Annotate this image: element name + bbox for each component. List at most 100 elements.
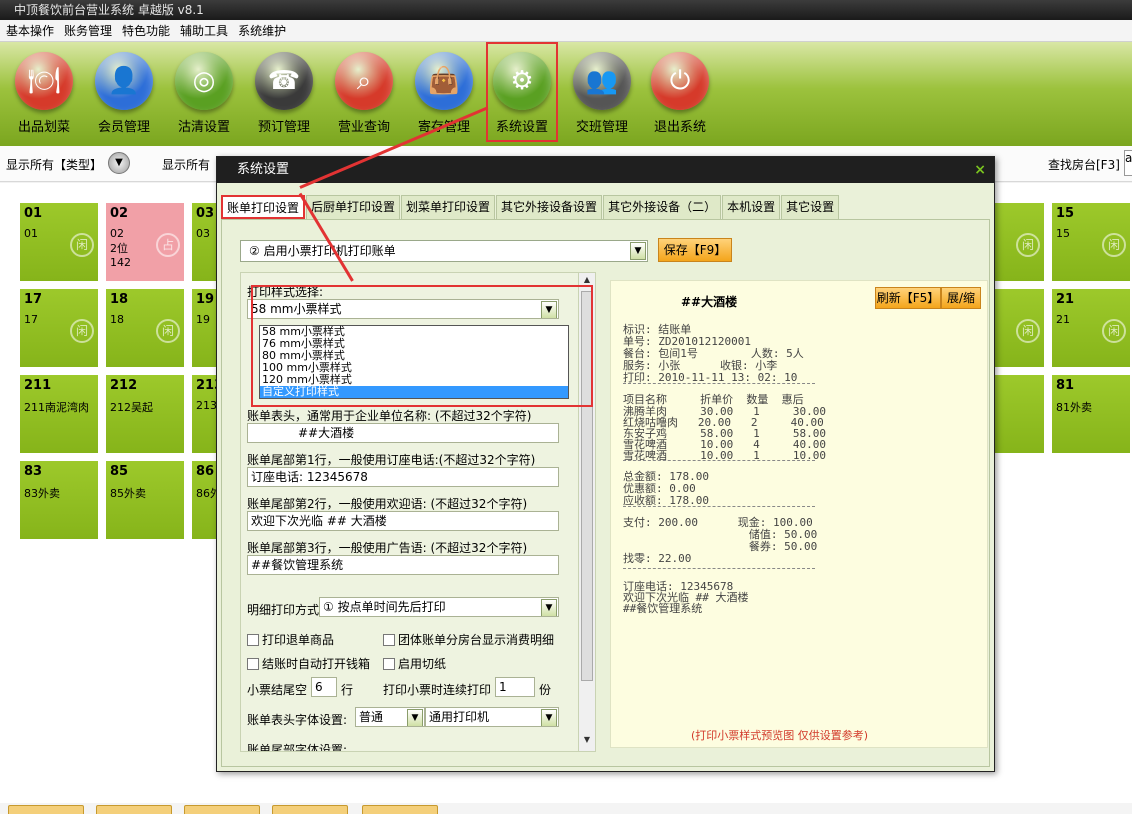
- footer2-input[interactable]: 欢迎下次光临 ## 大酒楼: [247, 511, 559, 531]
- idle-badge-icon: 闲: [1102, 233, 1126, 257]
- toolbar-button-5[interactable]: ⌕ 营业查询: [328, 52, 400, 138]
- printer-select[interactable]: 通用打印机 ▼: [425, 707, 559, 727]
- header-input[interactable]: ##大酒楼: [247, 423, 559, 443]
- menu-maintenance[interactable]: 系统维护: [238, 22, 286, 39]
- copies-unit: 份: [539, 683, 552, 697]
- tail-blank-label: 小票结尾空: [247, 683, 308, 697]
- table-tile[interactable]: 18 18 闲: [106, 289, 184, 367]
- plate-icon: ◎: [175, 52, 233, 110]
- menu-basic[interactable]: 基本操作: [6, 22, 54, 39]
- table-tile[interactable]: 85 85外卖: [106, 461, 184, 539]
- member-icon-glyph: 👤: [107, 66, 141, 96]
- table-tile[interactable]: 21 21 闲: [1052, 289, 1130, 367]
- meeting-icon-glyph: 👥: [585, 66, 619, 96]
- close-icon[interactable]: ×: [974, 157, 986, 183]
- table-tile[interactable]: 02 02 2位 142 占: [106, 203, 184, 281]
- toolbar-button-3[interactable]: ◎ 沽清设置: [168, 52, 240, 138]
- print-refund-checkbox[interactable]: 打印退单商品: [247, 631, 334, 648]
- toolbar-label: 系统设置: [495, 120, 548, 135]
- dropdown-option-selected[interactable]: 自定义打印样式: [260, 386, 568, 398]
- menu-accounts[interactable]: 账务管理: [64, 22, 112, 39]
- tab-local[interactable]: 本机设置: [722, 195, 781, 219]
- copies-input[interactable]: 1: [495, 677, 535, 697]
- table-number: 18: [110, 292, 129, 307]
- chevron-down-icon[interactable]: ▼: [541, 709, 557, 726]
- cashbox-label: 结账时自动打开钱箱: [262, 657, 371, 671]
- toolbar-button-7[interactable]: ⚙ 系统设置: [486, 42, 558, 142]
- checkbox-box[interactable]: [383, 657, 395, 670]
- table-tile[interactable]: 212 212吴起: [106, 375, 184, 453]
- toolbar-button-4[interactable]: ☎ 预订管理: [248, 52, 320, 138]
- table-tile[interactable]: 83 83外卖: [20, 461, 98, 539]
- expand-button[interactable]: 展/缩: [941, 287, 981, 309]
- checkbox-box[interactable]: [383, 633, 395, 646]
- table-name: 83外卖: [24, 487, 60, 500]
- chevron-down-icon[interactable]: ▼: [108, 152, 130, 174]
- all-filter-label[interactable]: 显示所有: [162, 156, 210, 173]
- toolbar-button-8[interactable]: 👥 交班管理: [566, 52, 638, 138]
- bottom-button[interactable]: [184, 805, 260, 814]
- scroll-down-icon[interactable]: ▼: [581, 735, 593, 749]
- table-name: 81外卖: [1056, 401, 1092, 414]
- bottom-button[interactable]: [272, 805, 348, 814]
- toolbar-label: 预订管理: [257, 120, 310, 135]
- bag-icon: 👜: [415, 52, 473, 110]
- menu-features[interactable]: 特色功能: [122, 22, 170, 39]
- main-toolbar: 🍽出品划菜👤会员管理◎沽清设置☎预订管理⌕营业查询👜寄存管理⚙系统设置👥交班管理…: [0, 42, 1132, 146]
- group-detail-checkbox[interactable]: 团体账单分房台显示消费明细: [383, 631, 554, 648]
- print-style-dropdown[interactable]: 58 mm小票样式 76 mm小票样式 80 mm小票样式 100 mm小票样式…: [259, 325, 569, 399]
- table-tile[interactable]: 211 211南泥湾肉: [20, 375, 98, 453]
- copies-label: 打印小票时连续打印: [383, 683, 492, 697]
- gear-icon: ⚙: [493, 52, 551, 110]
- menu-tools[interactable]: 辅助工具: [180, 22, 228, 39]
- table-tile[interactable]: 17 17 闲: [20, 289, 98, 367]
- chevron-down-icon[interactable]: ▼: [630, 242, 646, 260]
- checkbox-box[interactable]: [247, 633, 259, 646]
- phone-icon: ☎: [255, 52, 313, 110]
- refresh-button[interactable]: 刷新【F5】: [875, 287, 941, 309]
- print-mode-select[interactable]: ② 启用小票打印机打印账单 ▼: [240, 240, 648, 262]
- table-tile[interactable]: 01 01 闲: [20, 203, 98, 281]
- cutter-checkbox[interactable]: 启用切纸: [383, 655, 446, 672]
- member-icon: 👤: [95, 52, 153, 110]
- font-select[interactable]: 普通 ▼: [355, 707, 425, 727]
- save-button[interactable]: 保存【F9】: [658, 238, 732, 262]
- cashbox-checkbox[interactable]: 结账时自动打开钱箱: [247, 655, 370, 672]
- tab-devices[interactable]: 其它外接设备设置: [496, 195, 603, 219]
- footer1-input[interactable]: 订座电话: 12345678: [247, 467, 559, 487]
- toolbar-button-1[interactable]: 🍽 出品划菜: [8, 52, 80, 138]
- table-tile[interactable]: 81 81外卖: [1052, 375, 1130, 453]
- type-filter-label[interactable]: 显示所有【类型】: [6, 156, 102, 173]
- chevron-down-icon[interactable]: ▼: [407, 709, 423, 726]
- checkbox-box[interactable]: [247, 657, 259, 670]
- table-tile[interactable]: 15 15 闲: [1052, 203, 1130, 281]
- chevron-down-icon[interactable]: ▼: [541, 599, 557, 616]
- bottom-button[interactable]: [362, 805, 438, 814]
- detail-print-select[interactable]: ① 按点单时间先后打印 ▼: [319, 597, 559, 617]
- bottom-button[interactable]: [96, 805, 172, 814]
- footer1-label: 账单尾部第1行，一般使用订座电话:(不超过32个字符): [247, 453, 536, 467]
- table-number: 02: [110, 206, 129, 221]
- table-number: 21: [1056, 292, 1075, 307]
- tab-kitchen-print[interactable]: 后厨单打印设置: [306, 195, 401, 219]
- tab-devices-2[interactable]: 其它外接设备（二）: [603, 195, 722, 219]
- tab-dish-print[interactable]: 划菜单打印设置: [401, 195, 496, 219]
- receipt-title: ##大酒楼: [681, 295, 738, 309]
- dialog-title: 系统设置: [237, 162, 290, 177]
- toolbar-label: 退出系统: [653, 120, 706, 135]
- tab-other[interactable]: 其它设置: [781, 195, 840, 219]
- table-name: 85外卖: [110, 487, 146, 500]
- idle-badge-icon: 闲: [156, 319, 180, 343]
- footer3-input[interactable]: ##餐饮管理系统: [247, 555, 559, 575]
- bottom-button[interactable]: [8, 805, 84, 814]
- phone-icon-glyph: ☎: [267, 66, 301, 96]
- receipt-divider: [623, 568, 815, 569]
- toolbar-button-2[interactable]: 👤 会员管理: [88, 52, 160, 138]
- tail-blank-input[interactable]: 6: [311, 677, 337, 697]
- power-icon-glyph: ⏻: [669, 65, 691, 96]
- toolbar-button-9[interactable]: ⏻ 退出系统: [644, 52, 716, 138]
- cloche-icon: 🍽: [15, 52, 73, 110]
- occupied-badge-icon: 占: [156, 233, 180, 257]
- tab-bill-print[interactable]: 账单打印设置: [221, 195, 306, 219]
- find-table-input[interactable]: a: [1124, 150, 1132, 176]
